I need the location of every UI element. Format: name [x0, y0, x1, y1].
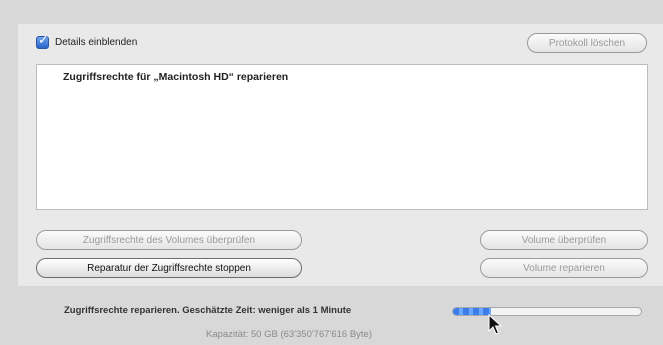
log-area: Zugriffsrechte für „Macintosh HD“ repari… — [36, 64, 648, 210]
checkmark-icon[interactable] — [36, 33, 49, 49]
progress-bar — [452, 307, 642, 316]
repair-volume-button[interactable]: Volume reparieren — [480, 258, 648, 278]
stop-repair-permissions-button[interactable]: Reparatur der Zugriffsrechte stoppen — [36, 258, 302, 278]
log-line: Zugriffsrechte für „Macintosh HD“ repari… — [63, 71, 289, 83]
status-text: Zugriffsrechte reparieren. Geschätzte Ze… — [64, 305, 352, 316]
clear-log-button[interactable]: Protokoll löschen — [527, 33, 647, 53]
capacity-text: Kapazität: 50 GB (63'350'767'616 Byte) — [206, 329, 372, 340]
verify-permissions-button[interactable]: Zugriffsrechte des Volumes überprüfen — [36, 230, 302, 250]
mouse-pointer-icon — [488, 314, 502, 335]
details-checkbox-label: Details einblenden — [55, 37, 138, 48]
verify-volume-button[interactable]: Volume überprüfen — [480, 230, 648, 250]
progress-fill — [453, 308, 491, 315]
details-checkbox-row[interactable]: Details einblenden — [36, 33, 138, 49]
